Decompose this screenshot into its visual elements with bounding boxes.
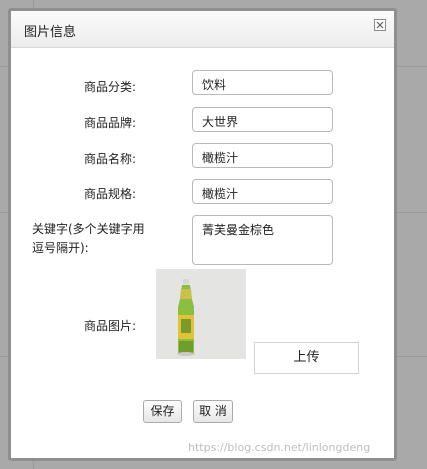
spec-label: 商品规格: bbox=[83, 187, 136, 201]
category-field[interactable]: 饮料 bbox=[192, 70, 333, 95]
image-label: 商品图片: bbox=[83, 319, 136, 333]
close-icon bbox=[376, 21, 384, 29]
watermark-url: https://blog.csdn.net/linlongdeng bbox=[188, 441, 371, 454]
category-label: 商品分类: bbox=[83, 80, 136, 94]
name-field[interactable]: 橄榄汁 bbox=[192, 143, 333, 168]
save-button[interactable]: 保存 bbox=[143, 400, 182, 423]
keywords-label: 关键字(多个关键字用逗号隔开): bbox=[32, 222, 145, 255]
name-label: 商品名称: bbox=[83, 152, 136, 166]
keywords-textarea[interactable]: 菁芙曼金棕色 bbox=[192, 215, 333, 265]
dialog-title: 图片信息 bbox=[24, 25, 77, 40]
bottle-illustration bbox=[156, 269, 246, 359]
spec-field[interactable]: 橄榄汁 bbox=[192, 179, 333, 204]
brand-label: 商品品牌: bbox=[83, 116, 136, 130]
close-button[interactable] bbox=[374, 19, 386, 31]
cancel-button[interactable]: 取 消 bbox=[193, 400, 233, 423]
brand-field[interactable]: 大世界 bbox=[192, 107, 333, 132]
dialog-titlebar: 图片信息 bbox=[11, 11, 394, 48]
product-image bbox=[156, 269, 246, 359]
image-info-dialog: 图片信息 商品分类: 饮料 商品品牌: 大世界 商品名称: 橄榄汁 商品规格: … bbox=[8, 8, 397, 461]
upload-button[interactable]: 上传 bbox=[254, 342, 359, 374]
